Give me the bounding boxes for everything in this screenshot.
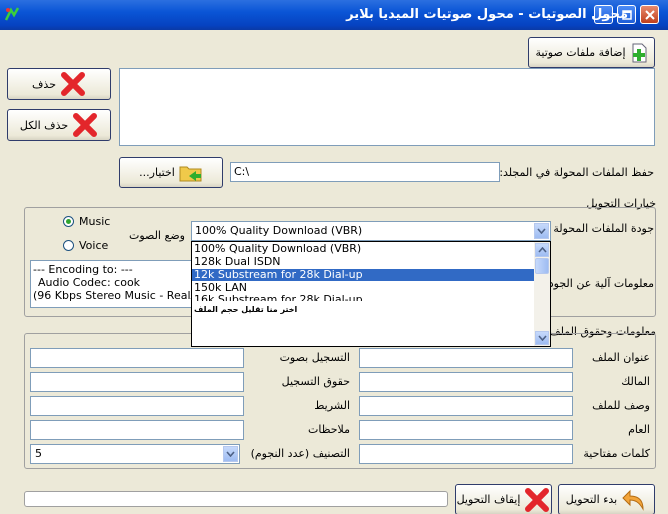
rights-label: حقوق التسجيل: [281, 375, 350, 388]
add-files-label: إضافة ملفات صوتية: [535, 46, 626, 59]
folder-arrow-icon: [179, 166, 202, 181]
year-input[interactable]: [359, 420, 573, 440]
app-icon: [4, 7, 20, 21]
delete-all-x-icon: [73, 113, 98, 137]
chevron-up-icon: [537, 247, 547, 253]
scroll-down-button[interactable]: [535, 331, 549, 345]
encoding-info-line: --- Encoding to: ---: [33, 263, 133, 276]
rating-label: التصنيف (عدد النجوم): [250, 447, 350, 460]
delete-button[interactable]: حذف: [7, 68, 111, 100]
delete-all-button[interactable]: حذف الكل: [7, 109, 111, 141]
rating-dropdown-arrow[interactable]: [223, 446, 238, 462]
delete-all-label: حذف الكل: [19, 118, 69, 132]
radio-voice[interactable]: [63, 240, 74, 251]
output-path-input[interactable]: C:\: [230, 162, 500, 182]
recorded-by-label: التسجيل بصوت: [279, 351, 350, 364]
stop-button[interactable]: إيقاف التحويل: [455, 484, 552, 514]
main-window: محول الصوتيات - محول صوتيات الميديا بلاي…: [0, 0, 668, 514]
delete-x-icon: [61, 72, 85, 96]
quality-option[interactable]: 128k Dual ISDN: [194, 256, 534, 268]
recorded-by-input[interactable]: [30, 348, 244, 368]
quality-selected-value: 100% Quality Download (VBR): [195, 224, 363, 237]
rights-input[interactable]: [30, 372, 244, 392]
year-label: العام: [628, 423, 650, 436]
keywords-input[interactable]: [359, 444, 573, 464]
quality-option-partial[interactable]: 16k Substream for 28k Dial-up: [194, 294, 534, 301]
chevron-down-icon: [537, 228, 546, 234]
start-button[interactable]: بدء التحويل: [558, 484, 655, 514]
scroll-thumb[interactable]: [535, 258, 549, 274]
chevron-down-icon: [226, 451, 235, 457]
delete-label: حذف: [32, 77, 56, 91]
keywords-label: كلمات مفتاحية: [583, 447, 650, 460]
radio-music-label: Music: [79, 215, 111, 228]
title-label: عنوان الملف: [592, 351, 650, 364]
close-icon: [644, 9, 655, 20]
add-file-icon: [632, 43, 647, 62]
owner-label: المالك: [621, 375, 650, 388]
browse-button[interactable]: اختيار...: [119, 157, 223, 188]
radio-voice-label: Voice: [79, 239, 109, 252]
quality-dropdown-list[interactable]: 100% Quality Download (VBR) 128k Dual IS…: [191, 241, 551, 347]
album-input[interactable]: [30, 396, 244, 416]
tooltip-text: اختر منا تقليل حجم الملف: [194, 305, 298, 314]
album-label: الشريط: [314, 399, 350, 412]
start-label: بدء التحويل: [565, 493, 618, 506]
audio-mode-label: وضع الصوت: [129, 229, 185, 242]
undo-arrow-icon: [622, 489, 644, 511]
quality-option[interactable]: 100% Quality Download (VBR): [194, 243, 534, 255]
quality-option-highlighted[interactable]: 12k Substream for 28k Dial-up: [192, 269, 536, 281]
add-files-button[interactable]: إضافة ملفات صوتية: [528, 37, 655, 68]
chevron-down-icon: [537, 335, 547, 341]
title-input[interactable]: [359, 348, 573, 368]
stop-label: إيقاف التحويل: [456, 493, 521, 506]
rating-select[interactable]: 5: [30, 444, 240, 464]
stop-x-icon: [525, 487, 550, 512]
auto-info-label: معلومات آلية عن الجودة: [542, 277, 654, 290]
encoding-info-box: --- Encoding to: --- Audio Codec: cook (…: [30, 260, 192, 308]
browse-label: اختيار...: [139, 166, 175, 179]
quality-dropdown-arrow[interactable]: [534, 223, 549, 239]
file-list[interactable]: [119, 68, 655, 146]
quality-label: جودة الملفات المحولة: [553, 222, 654, 235]
quality-option[interactable]: 150k LAN: [194, 282, 534, 294]
progress-bar: [24, 491, 448, 507]
quality-select[interactable]: 100% Quality Download (VBR): [191, 221, 551, 241]
description-input[interactable]: [359, 396, 573, 416]
scroll-up-button[interactable]: [535, 243, 549, 257]
encoding-info-line: (96 Kbps Stereo Music - RealAudio: [33, 289, 191, 302]
notes-label: ملاحظات: [308, 423, 350, 436]
notes-input[interactable]: [30, 420, 244, 440]
radio-music[interactable]: [63, 216, 74, 227]
owner-input[interactable]: [359, 372, 573, 392]
output-folder-label: حفظ الملفات المحولة في المجلد:: [499, 166, 654, 179]
window-title: محول الصوتيات - محول صوتيات الميديا بلاي…: [346, 7, 628, 22]
description-label: وصف للملف: [592, 399, 650, 412]
title-bar[interactable]: محول الصوتيات - محول صوتيات الميديا بلاي…: [0, 0, 668, 30]
rating-value: 5: [35, 447, 42, 460]
encoding-info-line: Audio Codec: cook: [38, 276, 141, 289]
dropdown-scrollbar[interactable]: [534, 242, 550, 346]
close-button[interactable]: [640, 5, 659, 24]
